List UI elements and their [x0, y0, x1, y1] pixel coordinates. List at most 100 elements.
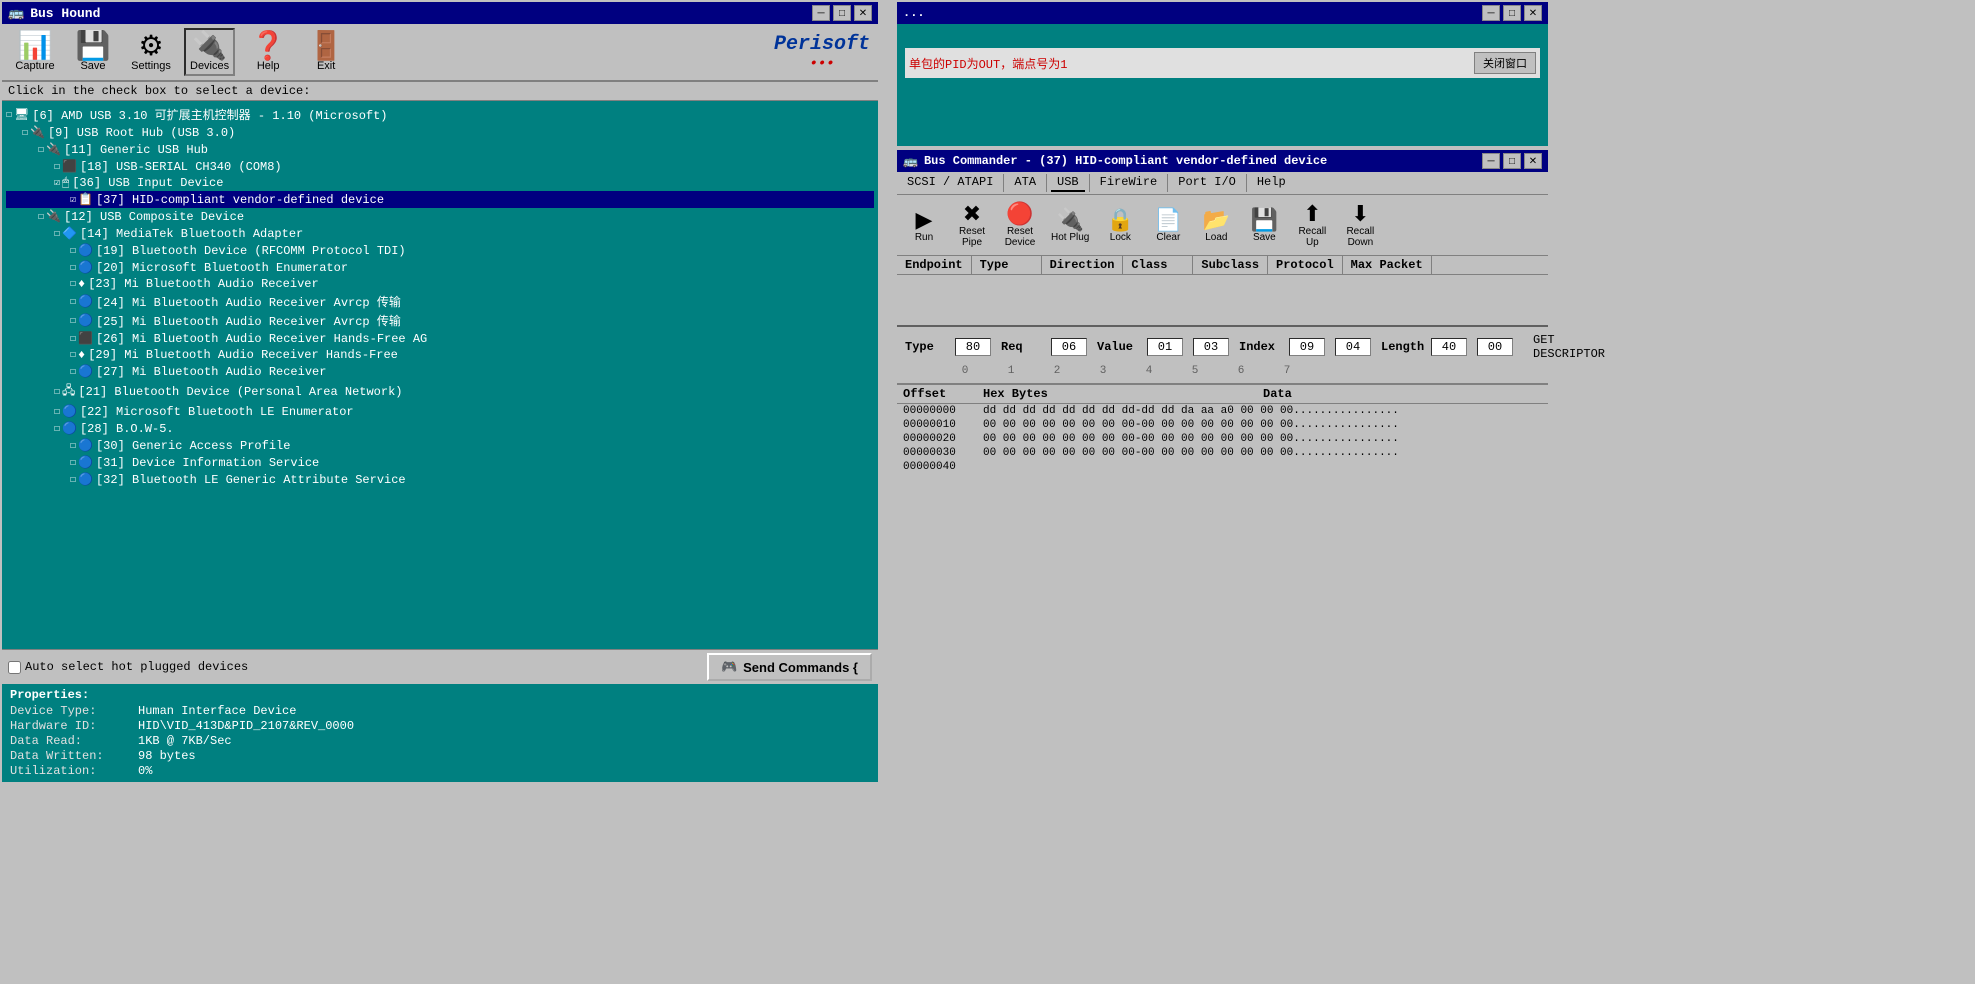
bc-maximize-btn[interactable]: □ — [1503, 153, 1521, 169]
value-input2[interactable] — [1193, 338, 1229, 356]
menu-usb[interactable]: USB — [1051, 174, 1085, 192]
tree-checkbox-15[interactable]: ☐ — [70, 349, 76, 361]
tree-item-11[interactable]: ☐♦[23] Mi Bluetooth Audio Receiver — [6, 276, 874, 292]
tree-checkbox-13[interactable]: ☐ — [70, 315, 76, 327]
bg-maximize-btn[interactable]: □ — [1503, 5, 1521, 21]
type-input[interactable] — [955, 338, 991, 356]
tree-item-13[interactable]: ☐🔵[25] Mi Bluetooth Audio Receiver Avrcp… — [6, 311, 874, 330]
tree-item-8[interactable]: ☐🔷[14] MediaTek Bluetooth Adapter — [6, 225, 874, 242]
bh-minimize-btn[interactable]: ─ — [812, 5, 830, 21]
index-input1[interactable] — [1289, 338, 1325, 356]
save-button[interactable]: 💾 Save — [68, 29, 118, 75]
bg-window-content: 单包的PID为OUT，端点号为1 关闭窗口 — [905, 48, 1540, 78]
tree-item-16[interactable]: ☐🔵[27] Mi Bluetooth Audio Receiver — [6, 363, 874, 380]
tree-checkbox-1[interactable]: ☐ — [6, 109, 12, 121]
tree-checkbox-2[interactable]: ☐ — [22, 127, 28, 139]
bc-hot-plug-btn[interactable]: 🔌 Hot Plug — [1047, 205, 1093, 246]
tree-checkbox-19[interactable]: ☐ — [54, 423, 60, 435]
tree-icon-20: 🔵 — [78, 438, 93, 453]
devices-button[interactable]: 🔌 Devices — [184, 28, 235, 76]
tree-checkbox-14[interactable]: ☐ — [70, 333, 76, 345]
auto-select-checkbox[interactable] — [8, 661, 21, 674]
menu-ata[interactable]: ATA — [1008, 174, 1042, 192]
tree-item-14[interactable]: ☐⬛[26] Mi Bluetooth Audio Receiver Hands… — [6, 330, 874, 347]
tree-item-3[interactable]: ☐🔌[11] Generic USB Hub — [6, 141, 874, 158]
index-input2[interactable] — [1335, 338, 1371, 356]
bc-reset-device-btn[interactable]: 🔴 Reset Device — [999, 199, 1041, 251]
bg-window-text: 单包的PID为OUT，端点号为1 — [909, 55, 1067, 72]
tree-checkbox-17[interactable]: ☐ — [54, 386, 60, 398]
tree-item-21[interactable]: ☐🔵[31] Device Information Service — [6, 454, 874, 471]
tree-checkbox-10[interactable]: ☐ — [70, 262, 76, 274]
tree-item-7[interactable]: ☐🔌[12] USB Composite Device — [6, 208, 874, 225]
row-data-1: ................ — [1293, 419, 1542, 431]
tree-label-6: [37] HID-compliant vendor-defined device — [96, 193, 384, 207]
tree-item-12[interactable]: ☐🔵[24] Mi Bluetooth Audio Receiver Avrcp… — [6, 292, 874, 311]
bc-minimize-btn[interactable]: ─ — [1482, 153, 1500, 169]
tree-checkbox-6[interactable]: ☑ — [70, 194, 76, 206]
value-input1[interactable] — [1147, 338, 1183, 356]
tree-checkbox-9[interactable]: ☐ — [70, 245, 76, 257]
tree-checkbox-4[interactable]: ☐ — [54, 161, 60, 173]
bc-load-btn[interactable]: 📂 Load — [1195, 205, 1237, 246]
bc-reset-pipe-btn[interactable]: ✖ Reset Pipe — [951, 199, 993, 251]
req-input[interactable] — [1051, 338, 1087, 356]
tree-item-4[interactable]: ☐⬛[18] USB-SERIAL CH340 (COM8) — [6, 158, 874, 175]
tree-checkbox-18[interactable]: ☐ — [54, 406, 60, 418]
menu-firewire[interactable]: FireWire — [1094, 174, 1164, 192]
help-button[interactable]: ❓ Help — [243, 29, 293, 75]
tree-checkbox-16[interactable]: ☐ — [70, 366, 76, 378]
tree-checkbox-8[interactable]: ☐ — [54, 228, 60, 240]
bg-close-action-btn[interactable]: 关闭窗口 — [1474, 52, 1536, 74]
bus-hound-window: 🚌 Bus Hound ─ □ ✕ 📊 Capture 💾 Save ⚙ Set… — [0, 0, 880, 784]
tree-item-1[interactable]: ☐🖥[6] AMD USB 3.10 可扩展主机控制器 - 1.10 (Micr… — [6, 105, 874, 124]
tree-item-19[interactable]: ☐🔵[28] B.O.W-5. — [6, 420, 874, 437]
tree-item-17[interactable]: ☐🖧[21] Bluetooth Device (Personal Area N… — [6, 380, 874, 403]
tree-item-15[interactable]: ☐♦[29] Mi Bluetooth Audio Receiver Hands… — [6, 347, 874, 363]
bc-clear-btn[interactable]: 📄 Clear — [1147, 205, 1189, 246]
tree-item-2[interactable]: ☐🔌[9] USB Root Hub (USB 3.0) — [6, 124, 874, 141]
device-tree[interactable]: ☐🖥[6] AMD USB 3.10 可扩展主机控制器 - 1.10 (Micr… — [2, 101, 878, 649]
bg-minimize-btn[interactable]: ─ — [1482, 5, 1500, 21]
bh-maximize-btn[interactable]: □ — [833, 5, 851, 21]
menu-sep5 — [1246, 174, 1247, 192]
bc-lock-btn[interactable]: 🔒 Lock — [1099, 205, 1141, 246]
tree-checkbox-21[interactable]: ☐ — [70, 457, 76, 469]
tree-label-8: [14] MediaTek Bluetooth Adapter — [80, 227, 303, 241]
tree-item-5[interactable]: ☑🖱[36] USB Input Device — [6, 175, 874, 191]
exit-button[interactable]: 🚪 Exit — [301, 29, 351, 75]
bc-close-btn[interactable]: ✕ — [1524, 153, 1542, 169]
send-commands-button[interactable]: 🎮 Send Commands { — [707, 653, 872, 681]
tree-item-10[interactable]: ☐🔵[20] Microsoft Bluetooth Enumerator — [6, 259, 874, 276]
tree-item-20[interactable]: ☐🔵[30] Generic Access Profile — [6, 437, 874, 454]
hot-plug-icon: 🔌 — [1056, 208, 1083, 232]
send-commands-label: Send Commands { — [743, 660, 858, 675]
bc-save-btn[interactable]: 💾 Save — [1243, 205, 1285, 246]
capture-button[interactable]: 📊 Capture — [10, 29, 60, 75]
length-input1[interactable] — [1431, 338, 1467, 356]
settings-button[interactable]: ⚙ Settings — [126, 29, 176, 75]
idx-2: 2 — [1039, 365, 1075, 377]
tree-checkbox-11[interactable]: ☐ — [70, 278, 76, 290]
tree-label-1: [6] AMD USB 3.10 可扩展主机控制器 - 1.10 (Micros… — [32, 106, 387, 123]
tree-checkbox-12[interactable]: ☐ — [70, 296, 76, 308]
tree-checkbox-3[interactable]: ☐ — [38, 144, 44, 156]
bg-close-btn[interactable]: ✕ — [1524, 5, 1542, 21]
bh-close-btn[interactable]: ✕ — [854, 5, 872, 21]
tree-item-6[interactable]: ☑📋[37] HID-compliant vendor-defined devi… — [6, 191, 874, 208]
tree-checkbox-22[interactable]: ☐ — [70, 474, 76, 486]
tree-item-22[interactable]: ☐🔵[32] Bluetooth LE Generic Attribute Se… — [6, 471, 874, 488]
menu-port-io[interactable]: Port I/O — [1172, 174, 1242, 192]
menu-scsi-atapi[interactable]: SCSI / ATAPI — [901, 174, 999, 192]
tree-item-9[interactable]: ☐🔵[19] Bluetooth Device (RFCOMM Protocol… — [6, 242, 874, 259]
tree-item-18[interactable]: ☐🔵[22] Microsoft Bluetooth LE Enumerator — [6, 403, 874, 420]
tree-checkbox-7[interactable]: ☐ — [38, 211, 44, 223]
tree-checkbox-5[interactable]: ☑ — [54, 177, 60, 189]
tree-checkbox-20[interactable]: ☐ — [70, 440, 76, 452]
bc-run-btn[interactable]: ▶ Run — [903, 205, 945, 246]
bc-recall-up-btn[interactable]: ⬆ Recall Up — [1291, 199, 1333, 251]
row-offset-1: 00000010 — [903, 419, 983, 431]
bc-recall-down-btn[interactable]: ⬇ Recall Down — [1339, 199, 1381, 251]
length-input2[interactable] — [1477, 338, 1513, 356]
menu-help[interactable]: Help — [1251, 174, 1292, 192]
